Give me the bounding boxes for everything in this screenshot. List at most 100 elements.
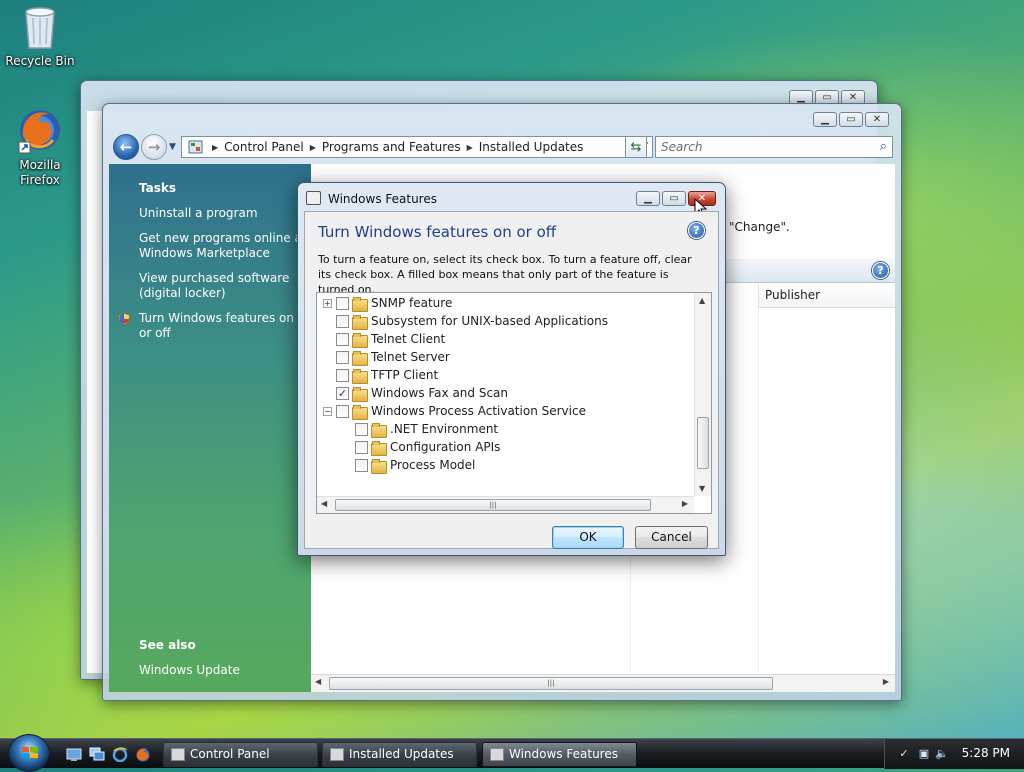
horizontal-scrollbar[interactable]: ◀ ||| ▶ <box>317 496 694 513</box>
task-link-digital-locker[interactable]: View purchased software (digital locker) <box>139 271 307 301</box>
internet-explorer-icon[interactable] <box>112 747 128 763</box>
start-button[interactable] <box>8 734 50 772</box>
feature-label: .NET Environment <box>390 422 499 436</box>
breadcrumb-installed-updates[interactable]: Installed Updates <box>473 140 590 154</box>
search-placeholder: Search <box>661 140 703 154</box>
task-link-windows-features[interactable]: Turn Windows features on or off <box>139 311 307 341</box>
dialog-heading: Turn Windows features on or off <box>318 223 557 241</box>
taskbar-button-label: Installed Updates <box>349 747 454 761</box>
firefox-icon[interactable] <box>135 747 151 762</box>
feature-checkbox[interactable]: ✓ <box>336 386 349 400</box>
desktop-icon-firefox[interactable]: Mozilla Firefox <box>0 106 80 188</box>
feature-checkbox[interactable] <box>336 350 349 364</box>
control-panel-icon <box>171 748 185 761</box>
forward-button[interactable]: → <box>141 134 167 160</box>
taskbar-button-label: Windows Features <box>509 747 618 761</box>
search-input[interactable]: Search ⌕ <box>655 136 893 158</box>
expand-icon[interactable]: + <box>323 298 332 308</box>
column-header-label: Publisher <box>765 288 821 302</box>
feature-label: Configuration APIs <box>390 440 501 454</box>
windows-logo-icon <box>22 746 38 759</box>
maximize-button[interactable]: ▭ <box>662 191 686 206</box>
feature-checkbox[interactable] <box>355 458 368 472</box>
minimize-button[interactable]: ▁ <box>636 191 660 206</box>
feature-label: Telnet Client <box>371 332 446 346</box>
scroll-right-icon[interactable]: ▶ <box>883 677 889 686</box>
refresh-button[interactable]: ⇆ <box>625 136 647 158</box>
feature-checkbox[interactable] <box>336 314 349 328</box>
feature-checkbox[interactable] <box>336 404 349 418</box>
feature-item[interactable]: TFTP Client <box>323 366 438 384</box>
collapse-icon[interactable]: − <box>323 406 332 416</box>
folder-icon <box>371 440 387 456</box>
network-icon[interactable]: ▣ <box>917 747 931 761</box>
feature-checkbox[interactable] <box>355 440 368 454</box>
feature-checkbox[interactable] <box>355 422 368 436</box>
taskbar-button-control-panel[interactable]: Control Panel <box>163 742 318 767</box>
folder-icon <box>352 386 368 402</box>
feature-checkbox[interactable] <box>336 332 349 346</box>
breadcrumb-control-panel[interactable]: Control Panel <box>218 140 310 154</box>
feature-item[interactable]: − Windows Process Activation Service <box>323 402 586 420</box>
clock[interactable]: 5:28 PM <box>962 746 1010 760</box>
switch-windows-icon[interactable] <box>89 747 105 762</box>
feature-item[interactable]: Process Model <box>342 456 475 474</box>
feature-item[interactable]: Telnet Client <box>323 330 445 348</box>
cancel-button[interactable]: Cancel <box>635 526 708 549</box>
ok-button[interactable]: OK <box>552 526 624 549</box>
dialog-body: Turn Windows features on or off ? To tur… <box>304 211 719 549</box>
feature-label: Process Model <box>390 458 476 472</box>
refresh-icon: ⇆ <box>630 139 642 155</box>
horizontal-scrollbar[interactable]: ◀ ||| ▶ <box>311 674 895 692</box>
scrollbar-thumb[interactable] <box>697 417 709 469</box>
feature-item[interactable]: Configuration APIs <box>342 438 500 456</box>
scroll-left-icon[interactable]: ◀ <box>321 499 327 508</box>
installed-updates-icon <box>330 748 344 761</box>
see-also-link-windows-update[interactable]: Windows Update <box>139 663 307 678</box>
dialog-title: Windows Features <box>328 192 437 206</box>
feature-checkbox[interactable] <box>336 296 349 310</box>
feature-item[interactable]: + SNMP feature <box>323 294 452 312</box>
column-header-publisher[interactable]: Publisher <box>758 284 895 308</box>
address-bar[interactable]: ▶ Control Panel ▶ Programs and Features … <box>181 136 653 158</box>
address-row: ← → ▼ ▶ Control Panel ▶ Programs and Fea… <box>109 130 895 164</box>
feature-item[interactable]: .NET Environment <box>342 420 498 438</box>
taskbar-button-windows-features[interactable]: Windows Features <box>482 742 637 767</box>
folder-icon <box>371 458 387 474</box>
vertical-scrollbar[interactable]: ▲ ▼ <box>694 293 711 496</box>
notification-area: ✓ ▣ 🔈 5:28 PM <box>884 739 1024 769</box>
desktop-icon-recycle-bin[interactable]: Recycle Bin <box>0 4 80 69</box>
scroll-right-icon[interactable]: ▶ <box>682 499 688 508</box>
close-button[interactable]: ✕ <box>865 112 889 127</box>
tasks-header: Tasks <box>139 181 177 195</box>
feature-item[interactable]: Subsystem for UNIX-based Applications <box>323 312 608 330</box>
recent-pages-dropdown[interactable]: ▼ <box>169 142 179 152</box>
volume-icon[interactable]: 🔈 <box>935 747 949 761</box>
security-check-icon[interactable]: ✓ <box>897 747 911 761</box>
feature-item[interactable]: ✓ Windows Fax and Scan <box>323 384 508 402</box>
show-desktop-icon[interactable] <box>66 747 82 762</box>
desktop-icon-label: Recycle Bin <box>5 54 75 68</box>
scroll-down-icon[interactable]: ▼ <box>699 484 705 493</box>
scrollbar-thumb[interactable]: ||| <box>329 677 773 690</box>
back-button[interactable]: ← <box>113 134 139 160</box>
search-icon[interactable]: ⌕ <box>880 139 887 154</box>
help-icon[interactable]: ? <box>872 262 889 279</box>
feature-checkbox[interactable] <box>336 368 349 382</box>
feature-label: TFTP Client <box>371 368 439 382</box>
task-link-uninstall[interactable]: Uninstall a program <box>139 206 307 221</box>
scrollbar-thumb[interactable]: ||| <box>335 499 651 511</box>
scroll-up-icon[interactable]: ▲ <box>699 296 705 305</box>
breadcrumb-programs-and-features[interactable]: Programs and Features <box>316 140 467 154</box>
windows-features-dialog: Windows Features ▁ ▭ ✕ Turn Windows feat… <box>297 182 726 556</box>
dialog-description: To turn a feature on, select its check b… <box>318 253 692 296</box>
minimize-button[interactable]: ▁ <box>813 112 837 127</box>
maximize-button[interactable]: ▭ <box>839 112 863 127</box>
task-link-marketplace[interactable]: Get new programs online at Windows Marke… <box>139 231 307 261</box>
folder-icon <box>352 350 368 366</box>
instruction-text: "Change". <box>729 220 790 234</box>
feature-item[interactable]: Telnet Server <box>323 348 450 366</box>
scroll-left-icon[interactable]: ◀ <box>315 677 321 686</box>
taskbar-button-installed-updates[interactable]: Installed Updates <box>322 742 477 767</box>
help-icon[interactable]: ? <box>688 222 705 239</box>
